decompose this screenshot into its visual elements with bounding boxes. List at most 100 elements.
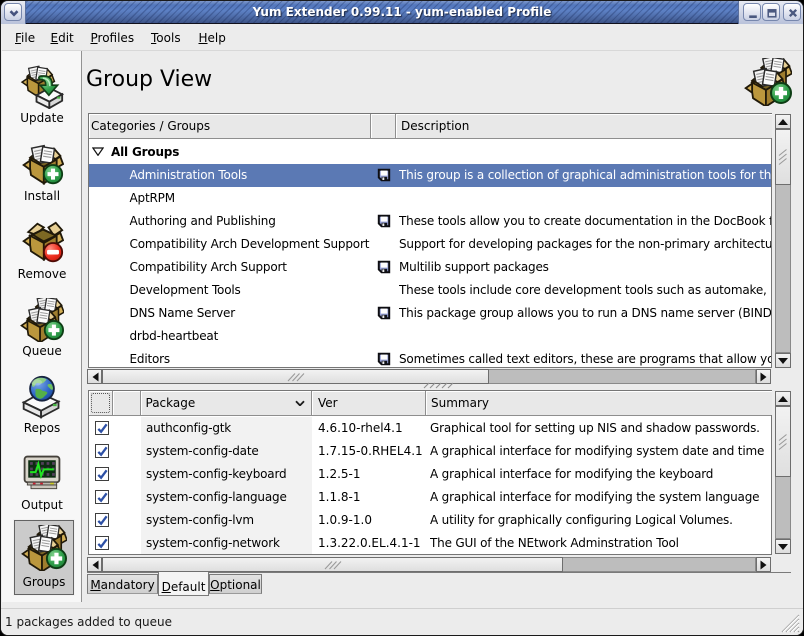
package-vscroll-down-button[interactable] xyxy=(775,539,791,554)
group-row[interactable]: Authoring and Publishing These tools allo… xyxy=(89,210,771,233)
group-vscroll-up-button[interactable] xyxy=(775,114,791,129)
package-checkbox[interactable] xyxy=(95,490,109,504)
package-checkbox[interactable] xyxy=(95,536,109,550)
package-hscroll-right-button[interactable] xyxy=(756,557,771,572)
check-icon xyxy=(96,491,108,503)
group-row[interactable]: drbd-heartbeat xyxy=(89,325,771,348)
group-name: AptRPM xyxy=(130,191,175,205)
queue-icon xyxy=(20,298,64,342)
package-vscroll-up-button[interactable] xyxy=(775,391,791,406)
group-row[interactable]: Administration ToolsThis group is a coll… xyxy=(89,164,771,187)
package-summary: Graphical tool for setting up NIS and sh… xyxy=(430,421,771,435)
sidebar-item-remove[interactable]: Remove xyxy=(2,221,82,295)
minimize-icon xyxy=(746,6,760,20)
floppy-icon xyxy=(377,214,391,228)
group-name: Administration Tools xyxy=(130,168,248,182)
paned-handle[interactable] xyxy=(423,382,453,389)
floppy-icon xyxy=(377,260,391,274)
group-description: Sometimes called text editors, these are… xyxy=(399,352,771,366)
sidebar-item-install[interactable]: Install xyxy=(2,143,82,217)
group-row[interactable]: AptRPM xyxy=(89,187,771,210)
group-hscroll-left-button[interactable] xyxy=(87,369,102,384)
floppy-icon xyxy=(377,168,391,182)
minimize-button[interactable] xyxy=(743,3,761,21)
group-row[interactable]: DNS Name ServerThis package group allows… xyxy=(89,302,771,325)
sidebar-item-groups[interactable]: Groups xyxy=(14,520,74,595)
arrow-right-icon xyxy=(760,372,767,381)
expander-open-icon[interactable] xyxy=(92,147,104,156)
package-name: system-config-network xyxy=(146,536,280,550)
package-row[interactable]: authconfig-gtk4.6.10-rhel4.1Graphical to… xyxy=(89,417,771,440)
statusbar: 1 packages added to queue xyxy=(1,608,803,635)
package-row[interactable]: system-config-lvm1.0.9-1.0A utility for … xyxy=(89,509,771,532)
grip-icon xyxy=(779,434,788,450)
menu-profiles[interactable]: Profiles xyxy=(91,31,135,45)
package-checkbox[interactable] xyxy=(95,467,109,481)
group-row[interactable]: Development ToolsThese tools include cor… xyxy=(89,279,771,302)
tab-label: Optional xyxy=(210,575,261,595)
page-title: Group View xyxy=(86,67,212,92)
group-row[interactable]: Compatibility Arch SupportMultilib suppo… xyxy=(89,256,771,279)
package-row[interactable]: system-config-network1.3.22.0.EL.4.1-1Th… xyxy=(89,532,771,554)
group-name: Authoring and Publishing xyxy=(130,214,276,228)
header-focus-rect xyxy=(91,393,110,413)
resize-grip[interactable] xyxy=(780,613,800,633)
package-hscroll-thumb[interactable] xyxy=(102,557,563,572)
tab-default[interactable]: Default xyxy=(158,572,209,596)
menu-edit[interactable]: Edit xyxy=(51,31,74,45)
package-summary: A graphical interface for modifying the … xyxy=(430,467,771,481)
sidebar-item-queue[interactable]: Queue xyxy=(2,298,82,372)
remove-icon xyxy=(20,221,64,265)
column-header-package[interactable]: Package xyxy=(141,391,312,415)
arrow-up-icon xyxy=(778,395,788,403)
package-name: system-config-language xyxy=(146,490,287,504)
package-checkbox[interactable] xyxy=(95,421,109,435)
group-description: This package group allows you to run a D… xyxy=(399,306,771,320)
package-checkbox[interactable] xyxy=(95,444,109,458)
group-vscroll-down-button[interactable] xyxy=(775,353,791,368)
arrow-up-icon xyxy=(778,118,788,126)
titlebar[interactable]: Yum Extender 0.99.11 - yum-enabled Profi… xyxy=(1,1,803,24)
column-header-flag[interactable] xyxy=(113,391,141,415)
package-summary: The GUI of the NEtwork Adminstration Too… xyxy=(430,536,771,550)
column-header-description[interactable]: Description xyxy=(396,114,772,138)
maximize-button[interactable] xyxy=(762,3,780,21)
column-header-icon[interactable] xyxy=(371,114,396,138)
package-name: authconfig-gtk xyxy=(146,421,231,435)
package-checkbox[interactable] xyxy=(95,513,109,527)
check-icon xyxy=(96,514,108,526)
check-icon xyxy=(96,445,108,457)
tab-mandatory[interactable]: Mandatory xyxy=(87,574,158,594)
arrow-down-icon xyxy=(778,357,788,365)
sidebar-item-output[interactable]: Output xyxy=(2,452,82,526)
group-row[interactable]: Compatibility Arch Development SupportSu… xyxy=(89,233,771,256)
group-vscroll-thumb[interactable] xyxy=(775,129,791,185)
menu-help[interactable]: Help xyxy=(199,31,226,45)
close-button[interactable] xyxy=(783,3,801,21)
group-description: These tools include core development too… xyxy=(399,283,771,297)
group-row[interactable]: EditorsSometimes called text editors, th… xyxy=(89,348,771,367)
column-header-categories[interactable]: Categories / Groups xyxy=(89,114,371,138)
package-row[interactable]: system-config-language1.1.8-1A graphical… xyxy=(89,486,771,509)
menu-tools[interactable]: Tools xyxy=(151,31,181,45)
group-hscroll-right-button[interactable] xyxy=(756,369,771,384)
group-description: These tools allow you to create document… xyxy=(399,214,771,228)
package-row[interactable]: system-config-date1.7.15-0.RHEL4.1A grap… xyxy=(89,440,771,463)
package-row[interactable]: system-config-keyboard1.2.5-1A graphical… xyxy=(89,463,771,486)
package-summary: A graphical interface for modifying the … xyxy=(430,490,771,504)
package-name: system-config-date xyxy=(146,444,259,458)
tab-optional[interactable]: Optional xyxy=(209,574,262,594)
install-icon xyxy=(20,143,64,187)
output-icon xyxy=(20,452,64,496)
menu-file[interactable]: File xyxy=(15,31,35,45)
sidebar-item-repos[interactable]: Repos xyxy=(2,375,82,449)
column-header-summary[interactable]: Summary xyxy=(426,391,772,415)
sidebar-item-update[interactable]: Update xyxy=(2,65,82,139)
sidebar-item-label: Remove xyxy=(2,267,82,281)
column-header-ver[interactable]: Ver xyxy=(312,391,426,415)
status-text: 1 packages added to queue xyxy=(5,615,172,629)
group-row[interactable]: All Groups xyxy=(89,141,771,164)
package-hscroll-left-button[interactable] xyxy=(87,557,102,572)
package-vscroll-thumb[interactable] xyxy=(775,406,791,477)
column-header-select[interactable] xyxy=(89,391,113,415)
